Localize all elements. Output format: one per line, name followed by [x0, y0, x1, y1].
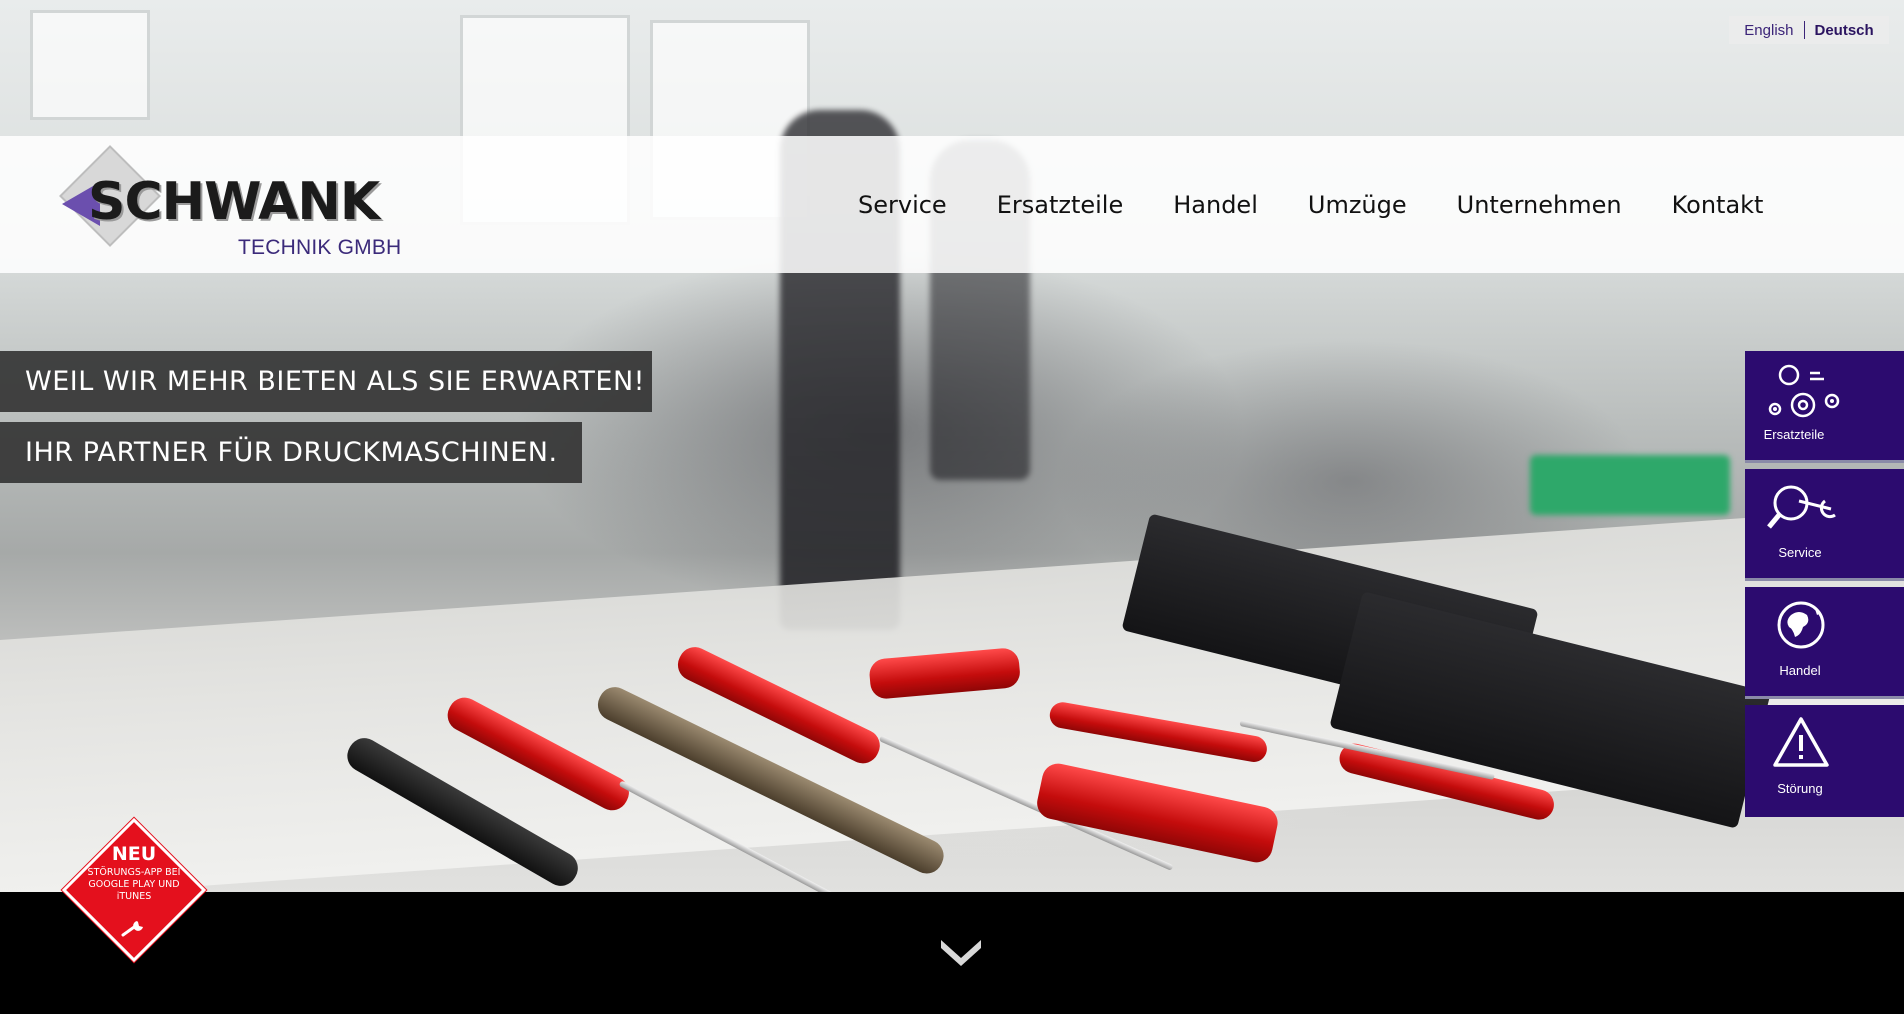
side-tile-label: Störung	[1777, 781, 1823, 796]
nav-item-service[interactable]: Service	[858, 191, 947, 219]
badge-headline: NEU	[111, 843, 157, 865]
company-logo[interactable]: SCHWANK TECHNIK GMBH	[58, 145, 418, 260]
language-switcher: English Deutsch	[1729, 16, 1889, 44]
nav-item-kontakt[interactable]: Kontakt	[1672, 191, 1764, 219]
site-header: SCHWANK TECHNIK GMBH Service Ersatzteile…	[0, 136, 1904, 273]
hero-slogan-secondary: IHR PARTNER FÜR DRUCKMASCHINEN.	[0, 422, 582, 483]
warning-icon	[1773, 717, 1829, 767]
nav-item-umzuege[interactable]: Umzüge	[1308, 191, 1407, 219]
side-tile-label: Service	[1778, 545, 1822, 560]
wrench-magnifier-icon	[1767, 485, 1836, 529]
nav-item-handel[interactable]: Handel	[1173, 191, 1258, 219]
nav-item-ersatzteile[interactable]: Ersatzteile	[997, 191, 1124, 219]
side-tile-ersatzteile[interactable]: Ersatzteile	[1745, 351, 1904, 463]
language-deutsch-link[interactable]: Deutsch	[1815, 22, 1874, 39]
hero-slogan-primary: WEIL WIR MEHR BIETEN ALS SIE ERWARTEN!	[0, 351, 652, 412]
side-tile-service[interactable]: Service	[1745, 469, 1904, 581]
side-tile-handel[interactable]: Handel	[1745, 587, 1904, 699]
background-window	[30, 10, 150, 120]
wrench-icon	[121, 921, 143, 937]
side-tile-stoerung[interactable]: Störung	[1745, 705, 1904, 817]
gears-icon	[1768, 364, 1840, 418]
side-tile-label: Ersatzteile	[1763, 427, 1825, 442]
language-separator	[1803, 21, 1805, 39]
main-navigation: Service Ersatzteile Handel Umzüge Untern…	[858, 136, 1763, 273]
language-english-link[interactable]: English	[1744, 22, 1793, 39]
side-tile-label: Handel	[1779, 663, 1821, 678]
badge-line: iTUNES	[116, 891, 152, 902]
app-promo-badge[interactable]: NEU STÖRUNGS-APP BEI GOOGLE PLAY UND iTU…	[61, 817, 207, 963]
logo-brand: SCHWANK	[88, 172, 380, 232]
side-quicklinks: Ersatzteile Service Handel Störung	[1745, 351, 1904, 823]
background-object	[1530, 455, 1730, 515]
badge-line: GOOGLE PLAY UND	[88, 879, 180, 890]
nav-item-unternehmen[interactable]: Unternehmen	[1457, 191, 1622, 219]
globe-icon	[1777, 601, 1825, 649]
badge-line: STÖRUNGS-APP BEI	[87, 867, 181, 878]
logo-subtitle: TECHNIK GMBH	[238, 236, 402, 259]
chevron-down-icon[interactable]	[939, 930, 983, 970]
badge-text: NEU STÖRUNGS-APP BEI GOOGLE PLAY UND iTU…	[63, 843, 205, 903]
